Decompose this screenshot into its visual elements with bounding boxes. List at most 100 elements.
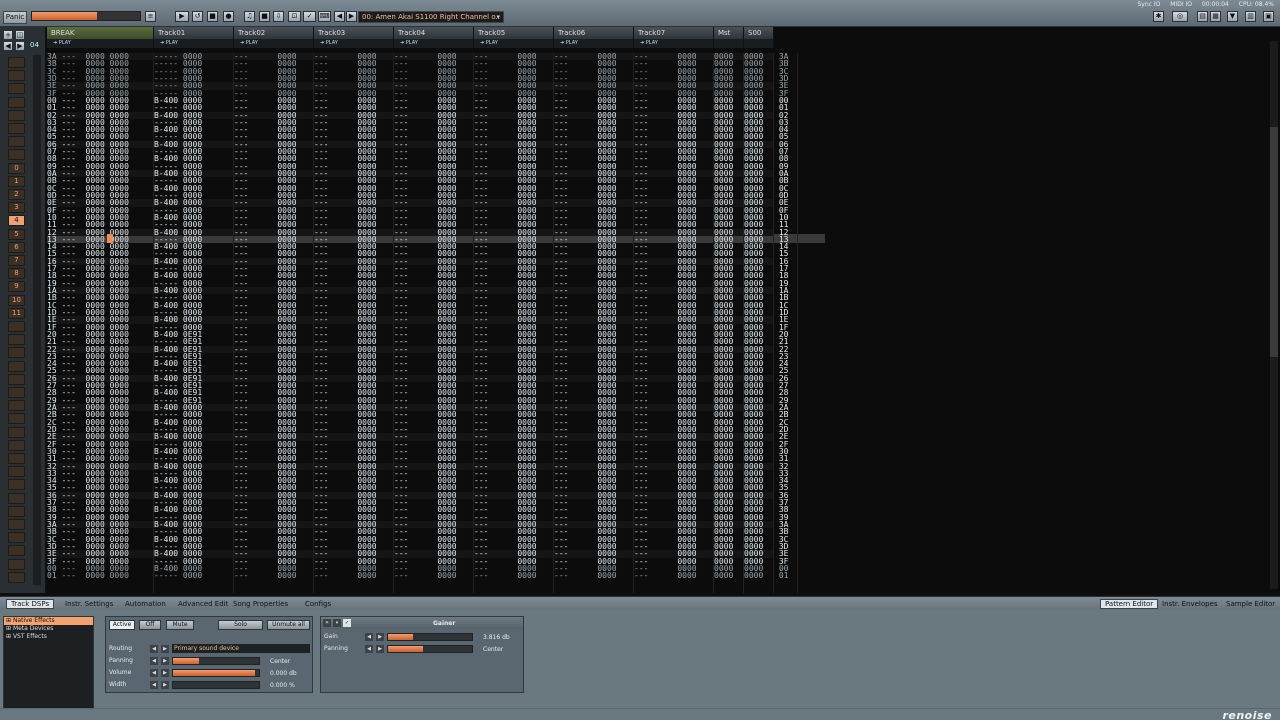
stop-small-icon[interactable]: ■: [259, 11, 270, 22]
table-row[interactable]: --- 0000: [314, 572, 393, 580]
pattern-scroll-thumb[interactable]: [1270, 127, 1278, 357]
edit-mode-icon[interactable]: ✓: [303, 11, 316, 22]
play-icon[interactable]: ▶: [175, 11, 189, 22]
track-cells[interactable]: 0000 0000 0000 0000 0000 0000 0000 0000 0000 0000…: [744, 53, 774, 593]
track-cells[interactable]: --- 0000 --- 0000 --- 0000 --- 0000 --- 0000…: [474, 53, 554, 593]
sequence-slot-empty[interactable]: [8, 453, 25, 464]
follow-icon[interactable]: ⇩: [273, 11, 284, 22]
sequence-slot[interactable]: 11: [8, 307, 25, 319]
sequence-slot-empty[interactable]: [8, 96, 25, 108]
close-icon[interactable]: ✕: [323, 619, 331, 627]
sequence-slot-empty[interactable]: [8, 387, 25, 398]
record-icon[interactable]: ●: [223, 11, 234, 22]
sequence-slot-empty[interactable]: [8, 123, 25, 134]
sequence-slot[interactable]: 4: [8, 215, 25, 227]
tab-sample-editor[interactable]: Sample Editor: [1222, 599, 1279, 609]
track-column-t4[interactable]: Track04 ➜ PLAY --- 0000 --- 0000 --- 0000 ---…: [394, 27, 474, 593]
tab-automation[interactable]: Automation: [121, 599, 170, 609]
width-inc-icon[interactable]: ▶: [161, 681, 169, 689]
routing-next-icon[interactable]: ▶: [161, 645, 169, 653]
routing-prev-icon[interactable]: ◀: [150, 645, 158, 653]
disk-browser-icon[interactable]: ◎: [1172, 11, 1188, 22]
sequence-slot[interactable]: 10: [8, 294, 25, 306]
sequence-slot-empty[interactable]: [8, 149, 25, 161]
track-cells[interactable]: --- 0000 --- 0000 --- 0000 --- 0000 --- 0000…: [234, 53, 314, 593]
enable-checkbox-icon[interactable]: ✓: [343, 619, 351, 627]
sequence-slot-empty[interactable]: [8, 321, 25, 332]
sequence-slot-empty[interactable]: [8, 492, 25, 504]
sequence-slot[interactable]: 9: [8, 281, 25, 293]
track-column-t5[interactable]: Track05 ➜ PLAY --- 0000 --- 0000 --- 0000 ---…: [474, 27, 554, 593]
sequence-slot-empty[interactable]: [8, 545, 25, 557]
loop-icon[interactable]: ↺: [192, 11, 203, 22]
pattern-loop-icon[interactable]: ⊡: [288, 11, 301, 22]
pattern-editor[interactable]: BREAK ➜ PLAY 3A --- 0000 0000 3B --- 0000 0…: [47, 27, 1280, 593]
sequence-slot[interactable]: 0: [8, 162, 25, 174]
unmute-all-button[interactable]: Unmute all: [267, 620, 310, 630]
sequence-slot[interactable]: 2: [8, 189, 25, 200]
width-slider[interactable]: [172, 681, 260, 689]
tab-instr-settings[interactable]: Instr. Settings: [61, 599, 117, 609]
table-row[interactable]: --- 0000: [234, 572, 313, 580]
table-row[interactable]: 01 --- 0000 0000: [47, 572, 153, 580]
tree-vst-effects[interactable]: ⊞ VST Effects: [4, 633, 93, 641]
tree-meta-devices[interactable]: ⊞ Meta Devices: [4, 625, 93, 633]
panning-slider[interactable]: [172, 657, 260, 665]
table-row[interactable]: --- 0000: [554, 572, 633, 580]
sequence-slot-empty[interactable]: [8, 426, 25, 438]
view-e-icon[interactable]: ▣: [1263, 11, 1274, 22]
sequence-slot-empty[interactable]: [8, 558, 25, 570]
sequence-slot-empty[interactable]: [8, 519, 25, 530]
gain-slider[interactable]: [387, 633, 473, 641]
track-header[interactable]: Track04: [394, 27, 474, 39]
sequencer-scrollbar[interactable]: [33, 55, 41, 585]
track-column-mst[interactable]: Mst 0000 0000 0000 0000 0000 0000 0000 0000 0000 0…: [714, 27, 744, 593]
sequence-slot-empty[interactable]: [8, 373, 25, 385]
sequence-slot[interactable]: 8: [8, 268, 25, 280]
sequence-slot-empty[interactable]: [8, 479, 25, 491]
seq-add-icon[interactable]: +: [3, 30, 13, 40]
track-column-break[interactable]: BREAK ➜ PLAY 3A --- 0000 0000 3B --- 0000 0…: [47, 27, 154, 593]
tab-configs[interactable]: Configs: [301, 599, 335, 609]
sequence-slot-empty[interactable]: [8, 439, 25, 451]
sequence-slot-empty[interactable]: [8, 400, 25, 412]
tab-advanced-edit[interactable]: Advanced Edit: [174, 599, 232, 609]
sequence-slot[interactable]: 3: [8, 202, 25, 214]
volume-dec-icon[interactable]: ◀: [150, 669, 158, 677]
sequence-slot[interactable]: 1: [8, 175, 25, 187]
keyboard-icon[interactable]: ⌨: [318, 11, 331, 22]
meter-options-icon[interactable]: ≡: [145, 11, 156, 22]
sequence-slot-empty[interactable]: [8, 109, 25, 121]
tab-song-properties[interactable]: Song Properties: [229, 599, 292, 609]
track-cells[interactable]: --- 0000 --- 0000 --- 0000 --- 0000 --- 0000…: [634, 53, 714, 593]
tab-pattern-editor[interactable]: Pattern Editor: [1100, 599, 1159, 609]
panning-dec-icon[interactable]: ◀: [150, 657, 158, 665]
sequence-slot-empty[interactable]: [8, 505, 25, 517]
view-a-icon[interactable]: ▤: [1197, 11, 1208, 22]
seq-next-icon[interactable]: ▶: [15, 41, 25, 51]
view-b-icon[interactable]: ▦: [1210, 11, 1221, 22]
volume-inc-icon[interactable]: ▶: [161, 669, 169, 677]
tree-native-effects[interactable]: ⊞ Native Effects: [4, 617, 93, 625]
track-cells[interactable]: --- 0000 --- 0000 --- 0000 --- 0000 --- 0000…: [314, 53, 394, 593]
metronome-icon[interactable]: ♫: [244, 11, 255, 22]
sequence-slot-empty[interactable]: [8, 70, 25, 82]
track-header[interactable]: Track06: [554, 27, 634, 39]
track-header[interactable]: Track01: [154, 27, 234, 39]
gainer-pan-inc-icon[interactable]: ▶: [376, 645, 384, 653]
tab-track-dsps[interactable]: Track DSPs: [6, 599, 55, 609]
track-column-s00[interactable]: S00 0000 0000 0000 0000 0000 0000 0000 0000 0000 0…: [744, 27, 774, 593]
track-column-t6[interactable]: Track06 ➜ PLAY --- 0000 --- 0000 --- 0000 ---…: [554, 27, 634, 593]
instrument-selector[interactable]: 00: Amen Akai S1100 Right Channel o.. ▾: [358, 11, 504, 23]
tab-instr-envelopes[interactable]: Instr. Envelopes: [1158, 599, 1222, 609]
track-header[interactable]: Track05: [474, 27, 554, 39]
gain-dec-icon[interactable]: ◀: [365, 633, 373, 641]
collapse-icon[interactable]: ▾: [333, 619, 341, 627]
panning-inc-icon[interactable]: ▶: [161, 657, 169, 665]
track-column-t2[interactable]: Track02 ➜ PLAY --- 0000 --- 0000 --- 0000 ---…: [234, 27, 314, 593]
track-cells[interactable]: --- 0000 --- 0000 --- 0000 --- 0000 --- 0000…: [554, 53, 634, 593]
mute-button[interactable]: Mute: [166, 620, 194, 630]
next-instrument-icon[interactable]: ▶: [346, 11, 357, 22]
track-cells[interactable]: --- 0000 --- 0000 --- 0000 --- 0000 --- 0000…: [394, 53, 474, 593]
width-dec-icon[interactable]: ◀: [150, 681, 158, 689]
